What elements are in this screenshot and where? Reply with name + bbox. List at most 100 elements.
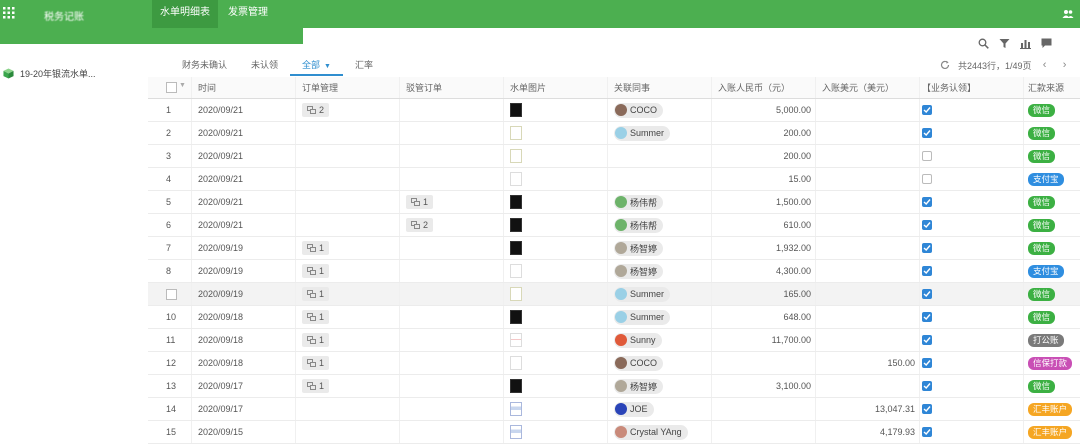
claimed-checkbox[interactable]	[922, 289, 932, 299]
order-count-tag[interactable]: 1	[302, 241, 330, 255]
refresh-icon[interactable]	[938, 58, 952, 72]
tab-unclaimed[interactable]: 未认领	[239, 56, 290, 74]
colleague-chip[interactable]: Sunny	[614, 332, 662, 348]
table-row[interactable]: 5 2020/09/21 1 杨伟帮 1,500.00 微信	[148, 191, 1080, 214]
table-row[interactable]: 6 2020/09/21 2 杨伟帮 610.00 微信	[148, 214, 1080, 237]
receipt-thumbnail[interactable]	[510, 356, 522, 370]
receipt-thumbnail[interactable]	[510, 218, 522, 232]
row-checkbox[interactable]	[166, 288, 177, 300]
col-header-claimed[interactable]: 【业务认领】	[920, 77, 1024, 98]
colleague-chip[interactable]: 杨智婷	[614, 378, 664, 394]
select-all-checkbox[interactable]	[166, 82, 177, 93]
claimed-checkbox[interactable]	[922, 335, 932, 345]
linked-orders-cell	[400, 375, 504, 397]
colleague-chip[interactable]: Summer	[614, 309, 671, 325]
chevron-down-icon[interactable]: ▼	[179, 82, 186, 89]
chart-icon[interactable]	[1018, 36, 1032, 50]
receipt-thumbnail[interactable]	[510, 379, 522, 393]
table-row[interactable]: 11 2020/09/18 1 Sunny 11,700.00 打公账	[148, 329, 1080, 352]
receipt-thumbnail[interactable]	[510, 126, 522, 140]
colleague-chip[interactable]: COCO	[614, 102, 663, 118]
receipt-thumbnail[interactable]	[510, 310, 522, 324]
nav-tab-statement[interactable]: 水单明细表	[152, 0, 218, 28]
colleague-chip[interactable]: 杨伟帮	[614, 194, 664, 210]
receipt-thumbnail[interactable]	[510, 241, 522, 255]
colleague-chip[interactable]: 杨智婷	[614, 240, 664, 256]
receipt-thumbnail[interactable]	[510, 264, 522, 278]
table-row[interactable]: 13 2020/09/17 1 杨智婷 3,100.00 微信	[148, 375, 1080, 398]
order-count-tag[interactable]: 1	[302, 264, 330, 278]
col-header-date[interactable]: 时间	[192, 77, 296, 98]
claimed-checkbox[interactable]	[922, 128, 932, 138]
receipt-thumbnail[interactable]	[510, 402, 522, 416]
image-cell	[504, 283, 608, 305]
receipt-thumbnail[interactable]	[510, 195, 522, 209]
users-icon[interactable]	[1062, 8, 1074, 20]
colleague-chip[interactable]: JOE	[614, 401, 654, 417]
claimed-checkbox[interactable]	[922, 197, 932, 207]
linked-order-tag[interactable]: 2	[406, 218, 434, 232]
table-row[interactable]: 15 2020/09/15 Crystal YAng 4,179.93 汇丰账户	[148, 421, 1080, 444]
order-count-tag[interactable]: 1	[302, 356, 330, 370]
table-row[interactable]: 2020/09/19 1 Summer 165.00 微信	[148, 283, 1080, 306]
claimed-checkbox[interactable]	[922, 266, 932, 276]
table-row[interactable]: 12 2020/09/18 1 COCO 150.00 信保打款	[148, 352, 1080, 375]
table-row[interactable]: 7 2020/09/19 1 杨智婷 1,932.00 微信	[148, 237, 1080, 260]
linked-order-tag[interactable]: 1	[406, 195, 434, 209]
order-count-tag[interactable]: 1	[302, 379, 330, 393]
row-index-cell: 14	[148, 398, 192, 420]
colleague-chip[interactable]: Crystal YAng	[614, 424, 688, 440]
col-header-colleague[interactable]: 关联同事	[608, 77, 712, 98]
nav-tab-invoice[interactable]: 发票管理	[220, 0, 276, 28]
claimed-checkbox[interactable]	[922, 151, 932, 161]
claimed-checkbox[interactable]	[922, 381, 932, 391]
receipt-thumbnail[interactable]	[510, 333, 522, 347]
tab-all[interactable]: 全部 ▼	[290, 56, 343, 76]
comment-icon[interactable]	[1039, 36, 1053, 50]
colleague-chip[interactable]: Summer	[614, 125, 671, 141]
col-header-source[interactable]: 汇款来源	[1024, 77, 1080, 98]
receipt-thumbnail[interactable]	[510, 287, 522, 301]
col-header-image[interactable]: 水单图片	[504, 77, 608, 98]
colleague-chip[interactable]: 杨智婷	[614, 263, 664, 279]
order-count-tag[interactable]: 1	[302, 310, 330, 324]
claimed-checkbox[interactable]	[922, 243, 932, 253]
claimed-checkbox[interactable]	[922, 174, 932, 184]
receipt-thumbnail[interactable]	[510, 172, 522, 186]
colleague-chip[interactable]: Summer	[614, 286, 671, 302]
colleague-cell: Summer	[608, 283, 712, 305]
table-row[interactable]: 10 2020/09/18 1 Summer 648.00 微信	[148, 306, 1080, 329]
receipt-thumbnail[interactable]	[510, 425, 522, 439]
receipt-thumbnail[interactable]	[510, 149, 522, 163]
table-row[interactable]: 1 2020/09/21 2 COCO 5,000.00 微信	[148, 99, 1080, 122]
claimed-checkbox[interactable]	[922, 312, 932, 322]
next-page-icon[interactable]: ›	[1058, 58, 1072, 72]
col-header-orders[interactable]: 订单管理	[296, 77, 400, 98]
table-row[interactable]: 14 2020/09/17 JOE 13,047.31 汇丰账户	[148, 398, 1080, 421]
order-count-tag[interactable]: 2	[302, 103, 330, 117]
order-count-tag[interactable]: 1	[302, 287, 330, 301]
table-row[interactable]: 4 2020/09/21 15.00 支付宝	[148, 168, 1080, 191]
table-row[interactable]: 3 2020/09/21 200.00 微信	[148, 145, 1080, 168]
colleague-chip[interactable]: COCO	[614, 355, 663, 371]
col-header-rmb[interactable]: 入账人民币（元）	[712, 77, 816, 98]
colleague-chip[interactable]: 杨伟帮	[614, 217, 664, 233]
order-count-tag[interactable]: 1	[302, 333, 330, 347]
filter-icon[interactable]	[997, 36, 1011, 50]
table-row[interactable]: 8 2020/09/19 1 杨智婷 4,300.00 支付宝	[148, 260, 1080, 283]
claimed-checkbox[interactable]	[922, 220, 932, 230]
col-header-linked-orders[interactable]: 驳管订单	[400, 77, 504, 98]
tab-exchange-rate[interactable]: 汇率	[343, 56, 385, 74]
claimed-checkbox[interactable]	[922, 105, 932, 115]
tab-unconfirmed[interactable]: 财务未确认	[170, 56, 239, 74]
app-grid-icon[interactable]	[3, 7, 15, 19]
receipt-thumbnail[interactable]	[510, 103, 522, 117]
claimed-checkbox[interactable]	[922, 404, 932, 414]
claimed-checkbox[interactable]	[922, 358, 932, 368]
search-icon[interactable]	[976, 36, 990, 50]
col-header-usd[interactable]: 入账美元（美元）	[816, 77, 920, 98]
sidebar-item-statement[interactable]: 19-20年银流水单...	[3, 65, 143, 81]
claimed-checkbox[interactable]	[922, 427, 932, 437]
table-row[interactable]: 2 2020/09/21 Summer 200.00 微信	[148, 122, 1080, 145]
prev-page-icon[interactable]: ‹	[1038, 58, 1052, 72]
